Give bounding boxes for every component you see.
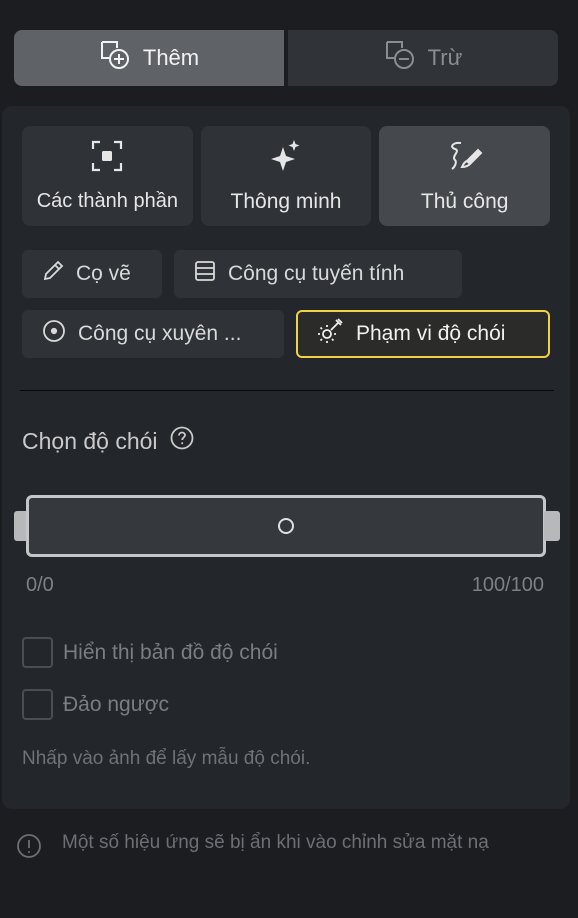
component-select-icon [90, 139, 124, 178]
sampling-hint: Nhấp vào ảnh để lấy mẫu độ chói. [22, 748, 311, 769]
sparkle-icon [271, 139, 301, 178]
smart-tool-button[interactable]: Thông minh [200, 126, 372, 226]
smart-tool-label: Thông minh [230, 189, 342, 213]
manual-tool-options-row-2: Công cụ xuyên ... Phạm vi độ chói [22, 310, 550, 358]
invert-checkbox[interactable] [22, 689, 53, 720]
range-min-label: 0/0 [26, 574, 54, 596]
radial-tool-icon [42, 319, 66, 349]
luminance-section-title: Chọn độ chói [22, 426, 194, 456]
invert-option[interactable]: Đảo ngược [22, 689, 169, 720]
show-map-checkbox[interactable] [22, 637, 53, 668]
mask-edit-notice: Một số hiệu ứng sẽ bị ẩn khi vào chỉnh s… [16, 830, 556, 867]
invert-label: Đảo ngược [63, 692, 170, 716]
luminance-title-text: Chọn độ chói [22, 427, 158, 454]
add-mode-label: Thêm [142, 45, 200, 70]
linear-gradient-icon [194, 260, 216, 288]
components-tool-label: Các thành phần [36, 190, 178, 212]
mask-edit-notice-text: Một số hiệu ứng sẽ bị ẩn khi vào chỉnh s… [62, 832, 489, 853]
subtract-mode-button[interactable]: Trừ [288, 30, 558, 86]
linear-tool-chip[interactable]: Công cụ tuyến tính [174, 250, 462, 298]
slider-max-handle[interactable] [544, 511, 560, 541]
manual-tool-button[interactable]: Thủ công [379, 126, 551, 226]
luminance-range-slider [14, 493, 560, 559]
subtract-mode-label: Trừ [427, 45, 463, 70]
brush-tool-label: Cọ vẽ [76, 262, 131, 285]
manual-brush-icon [447, 139, 483, 178]
add-mask-icon [99, 39, 133, 77]
mask-tools-panel: Các thành phần Thông minh Thủ công Cọ vẽ… [2, 106, 570, 809]
brush-icon [42, 260, 64, 288]
components-tool-button[interactable]: Các thành phần [22, 126, 193, 226]
range-max-label: 100/100 [471, 574, 544, 596]
luminance-range-chip[interactable]: Phạm vi độ chói [296, 310, 550, 358]
section-divider [20, 390, 554, 391]
manual-tool-label: Thủ công [420, 189, 509, 213]
brush-tool-chip[interactable]: Cọ vẽ [22, 250, 162, 298]
luminance-range-label: Phạm vi độ chói [356, 322, 506, 345]
slider-track[interactable] [26, 495, 546, 557]
slider-center-dot[interactable] [278, 518, 294, 534]
info-icon [16, 830, 44, 867]
help-icon[interactable] [170, 426, 194, 456]
linear-tool-label: Công cụ tuyến tính [228, 262, 405, 285]
add-mode-button[interactable]: Thêm [14, 30, 284, 86]
mask-mode-switch: Thêm Trừ [14, 30, 558, 86]
subtract-mask-icon [384, 39, 418, 77]
manual-tool-options-row-1: Cọ vẽ Công cụ tuyến tính [22, 250, 462, 298]
show-luminance-map-option[interactable]: Hiển thị bản đồ độ chói [22, 637, 278, 668]
radial-tool-label: Công cụ xuyên ... [78, 322, 242, 345]
show-map-label: Hiển thị bản đồ độ chói [63, 640, 278, 664]
selection-tool-group: Các thành phần Thông minh Thủ công [22, 126, 551, 226]
luminance-picker-icon [316, 317, 344, 351]
radial-tool-chip[interactable]: Công cụ xuyên ... [22, 310, 284, 358]
